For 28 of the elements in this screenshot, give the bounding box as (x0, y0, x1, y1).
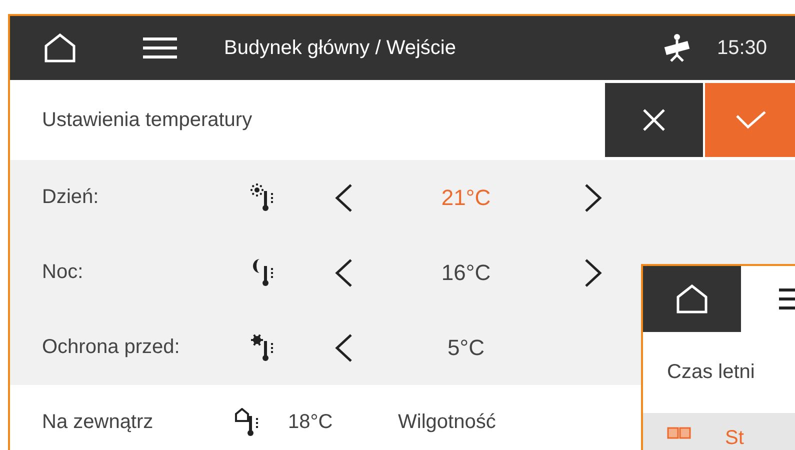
breadcrumb: Budynek główny / Wejście (223, 36, 457, 60)
outdoor-temperature: 18°C (288, 411, 334, 434)
temperature-value: 16°C (441, 260, 491, 286)
home-icon (675, 284, 709, 314)
snowflake-thermometer-icon (250, 333, 276, 362)
temperature-value: 5°C (448, 334, 484, 360)
sun-thermometer-icon (250, 183, 276, 212)
temperature-value: 21°C (441, 184, 491, 210)
setting-label: Dzień: (41, 186, 100, 209)
clock-time: 15:30 (717, 36, 768, 60)
overlay-title: Czas letni (666, 360, 756, 385)
home-icon (43, 33, 77, 63)
setting-label: Noc: (41, 261, 84, 284)
two-squares-icon (667, 427, 691, 439)
menu-icon (143, 36, 177, 60)
moon-thermometer-icon (250, 258, 276, 287)
outdoor-label: Na zewnątrz (41, 411, 154, 434)
check-icon (736, 111, 766, 129)
house-thermometer-icon (235, 408, 261, 437)
close-icon (643, 109, 665, 131)
list-item-text: St (725, 427, 744, 450)
panel-title: Ustawienia temperatury (41, 108, 254, 132)
setting-label: Ochrona przed: (41, 336, 181, 359)
home-button[interactable] (643, 266, 741, 332)
figure-with-film-icon (662, 33, 692, 63)
menu-icon (779, 287, 795, 311)
humidity-label: Wilgotność (398, 411, 497, 434)
list-row[interactable]: St (643, 413, 795, 450)
